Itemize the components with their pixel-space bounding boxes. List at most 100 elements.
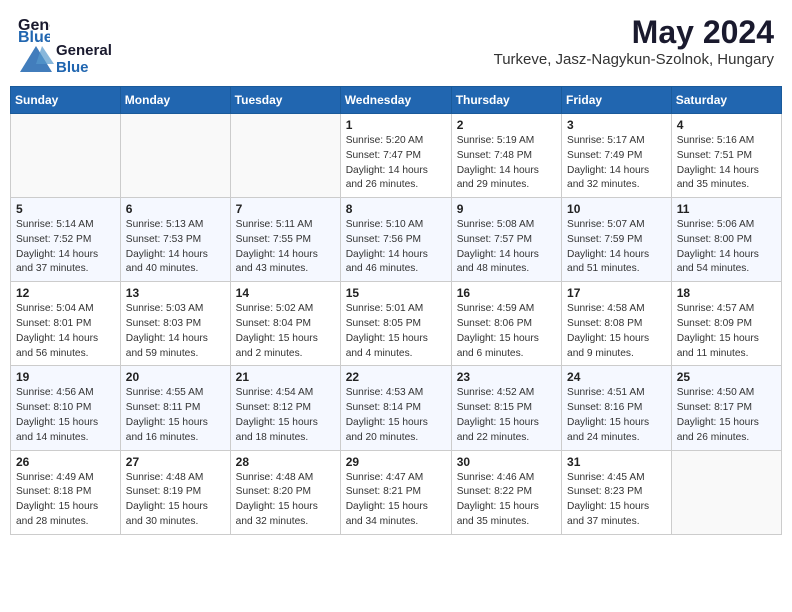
calendar-cell: 3Sunrise: 5:17 AMSunset: 7:49 PMDaylight… — [562, 114, 672, 198]
calendar-cell: 29 Sunrise: 4:47 AMSunset: 8:21 PMDayligh… — [340, 450, 451, 534]
day-info: Sunrise: 5:19 AMSunset: 7:48 PMDaylight:… — [457, 134, 556, 193]
calendar-cell: 11 Sunrise: 5:06 AMSunset: 8:00 PMDayligh… — [671, 198, 781, 282]
logo-graphic — [18, 44, 54, 74]
day-number: 2 — [457, 118, 556, 132]
day-info: Sunrise: 4:51 AMSunset: 8:16 PMDaylight:… — [567, 386, 666, 445]
calendar-week-row: 26Sunrise: 4:49 AMSunset: 8:18 PMDayligh… — [11, 450, 782, 534]
day-number: 13 — [126, 286, 225, 300]
calendar-cell — [11, 114, 121, 198]
day-info: Sunrise: 5:20 AMSunset: 7:47 PMDaylight:… — [346, 134, 446, 193]
day-number: 4 — [677, 118, 776, 132]
day-number: 24 — [567, 370, 666, 384]
calendar-cell: 17 Sunrise: 4:58 AMSunset: 8:08 PMDayligh… — [562, 282, 672, 366]
day-number: 31 — [567, 455, 666, 469]
day-info: Sunrise: 4:47 AMSunset: 8:21 PMDaylight:… — [346, 471, 446, 530]
day-number: 11 — [677, 202, 776, 216]
day-number: 23 — [457, 370, 556, 384]
col-header-thursday: Thursday — [451, 87, 561, 114]
day-info: Sunrise: 4:50 AMSunset: 8:17 PMDaylight:… — [677, 386, 776, 445]
logo-icon: General Blue — [18, 14, 50, 42]
calendar-cell: 7 Sunrise: 5:11 AMSunset: 7:55 PMDaylight… — [230, 198, 340, 282]
calendar-cell: 21 Sunrise: 4:54 AMSunset: 8:12 PMDayligh… — [230, 366, 340, 450]
day-number: 8 — [346, 202, 446, 216]
calendar-cell: 16 Sunrise: 4:59 AMSunset: 8:06 PMDayligh… — [451, 282, 561, 366]
day-number: 29 — [346, 455, 446, 469]
day-number: 25 — [677, 370, 776, 384]
calendar-cell: 24 Sunrise: 4:51 AMSunset: 8:16 PMDayligh… — [562, 366, 672, 450]
calendar-cell: 1 Sunrise: 5:20 AMSunset: 7:47 PMDaylight… — [340, 114, 451, 198]
col-header-saturday: Saturday — [671, 87, 781, 114]
calendar-cell: 19Sunrise: 4:56 AMSunset: 8:10 PMDayligh… — [11, 366, 121, 450]
day-number: 22 — [346, 370, 446, 384]
day-number: 20 — [126, 370, 225, 384]
day-info: Sunrise: 4:53 AMSunset: 8:14 PMDaylight:… — [346, 386, 446, 445]
calendar-cell: 31 Sunrise: 4:45 AMSunset: 8:23 PMDayligh… — [562, 450, 672, 534]
page-header: General Blue General Blue May 2024 Turke… — [10, 10, 782, 80]
day-info: Sunrise: 5:17 AMSunset: 7:49 PMDaylight:… — [567, 134, 666, 193]
calendar-cell: 15 Sunrise: 5:01 AMSunset: 8:05 PMDayligh… — [340, 282, 451, 366]
day-info: Sunrise: 4:57 AMSunset: 8:09 PMDaylight:… — [677, 302, 776, 361]
calendar-cell — [671, 450, 781, 534]
calendar-cell: 26Sunrise: 4:49 AMSunset: 8:18 PMDayligh… — [11, 450, 121, 534]
day-info: Sunrise: 5:16 AMSunset: 7:51 PMDaylight:… — [677, 134, 776, 193]
day-info: Sunrise: 5:01 AMSunset: 8:05 PMDaylight:… — [346, 302, 446, 361]
calendar-week-row: 19Sunrise: 4:56 AMSunset: 8:10 PMDayligh… — [11, 366, 782, 450]
calendar-cell: 22 Sunrise: 4:53 AMSunset: 8:14 PMDayligh… — [340, 366, 451, 450]
day-number: 16 — [457, 286, 556, 300]
calendar-cell — [120, 114, 230, 198]
calendar-week-row: 1 Sunrise: 5:20 AMSunset: 7:47 PMDaylight… — [11, 114, 782, 198]
day-info: Sunrise: 5:14 AMSunset: 7:52 PMDaylight:… — [16, 218, 115, 277]
day-number: 15 — [346, 286, 446, 300]
day-info: Sunrise: 4:58 AMSunset: 8:08 PMDaylight:… — [567, 302, 666, 361]
calendar-cell — [230, 114, 340, 198]
day-info: Sunrise: 5:07 AMSunset: 7:59 PMDaylight:… — [567, 218, 666, 277]
calendar-week-row: 5 Sunrise: 5:14 AMSunset: 7:52 PMDaylight… — [11, 198, 782, 282]
day-number: 14 — [236, 286, 335, 300]
day-info: Sunrise: 5:03 AMSunset: 8:03 PMDaylight:… — [126, 302, 225, 361]
calendar-cell: 28Sunrise: 4:48 AMSunset: 8:20 PMDayligh… — [230, 450, 340, 534]
day-number: 10 — [567, 202, 666, 216]
calendar-header-row: SundayMondayTuesdayWednesdayThursdayFrid… — [11, 87, 782, 114]
calendar-cell: 6Sunrise: 5:13 AMSunset: 7:53 PMDaylight… — [120, 198, 230, 282]
title-block: May 2024 Turkeve, Jasz-Nagykun-Szolnok, … — [494, 14, 774, 68]
day-info: Sunrise: 4:46 AMSunset: 8:22 PMDaylight:… — [457, 471, 556, 530]
day-info: Sunrise: 5:08 AMSunset: 7:57 PMDaylight:… — [457, 218, 556, 277]
calendar-week-row: 12Sunrise: 5:04 AMSunset: 8:01 PMDayligh… — [11, 282, 782, 366]
day-info: Sunrise: 4:52 AMSunset: 8:15 PMDaylight:… — [457, 386, 556, 445]
day-number: 28 — [236, 455, 335, 469]
day-number: 1 — [346, 118, 446, 132]
location-subtitle: Turkeve, Jasz-Nagykun-Szolnok, Hungary — [494, 51, 774, 68]
day-number: 27 — [126, 455, 225, 469]
col-header-friday: Friday — [562, 87, 672, 114]
day-number: 21 — [236, 370, 335, 384]
day-number: 7 — [236, 202, 335, 216]
day-number: 5 — [16, 202, 115, 216]
day-number: 26 — [16, 455, 115, 469]
day-info: Sunrise: 4:48 AMSunset: 8:19 PMDaylight:… — [126, 471, 225, 530]
calendar-cell: 18Sunrise: 4:57 AMSunset: 8:09 PMDayligh… — [671, 282, 781, 366]
calendar-cell: 12Sunrise: 5:04 AMSunset: 8:01 PMDayligh… — [11, 282, 121, 366]
day-info: Sunrise: 4:54 AMSunset: 8:12 PMDaylight:… — [236, 386, 335, 445]
svg-text:Blue: Blue — [18, 29, 50, 42]
day-number: 19 — [16, 370, 115, 384]
calendar-cell: 8 Sunrise: 5:10 AMSunset: 7:56 PMDaylight… — [340, 198, 451, 282]
day-number: 9 — [457, 202, 556, 216]
col-header-wednesday: Wednesday — [340, 87, 451, 114]
calendar-cell: 20 Sunrise: 4:55 AMSunset: 8:11 PMDayligh… — [120, 366, 230, 450]
col-header-sunday: Sunday — [11, 87, 121, 114]
logo-general: General — [56, 42, 112, 59]
calendar-table: SundayMondayTuesdayWednesdayThursdayFrid… — [10, 86, 782, 535]
calendar-cell: 30Sunrise: 4:46 AMSunset: 8:22 PMDayligh… — [451, 450, 561, 534]
day-info: Sunrise: 4:45 AMSunset: 8:23 PMDaylight:… — [567, 471, 666, 530]
calendar-cell: 4 Sunrise: 5:16 AMSunset: 7:51 PMDaylight… — [671, 114, 781, 198]
day-info: Sunrise: 5:10 AMSunset: 7:56 PMDaylight:… — [346, 218, 446, 277]
day-info: Sunrise: 4:55 AMSunset: 8:11 PMDaylight:… — [126, 386, 225, 445]
calendar-cell: 9 Sunrise: 5:08 AMSunset: 7:57 PMDaylight… — [451, 198, 561, 282]
col-header-tuesday: Tuesday — [230, 87, 340, 114]
day-info: Sunrise: 5:13 AMSunset: 7:53 PMDaylight:… — [126, 218, 225, 277]
calendar-cell: 2 Sunrise: 5:19 AMSunset: 7:48 PMDaylight… — [451, 114, 561, 198]
day-info: Sunrise: 5:11 AMSunset: 7:55 PMDaylight:… — [236, 218, 335, 277]
day-info: Sunrise: 4:59 AMSunset: 8:06 PMDaylight:… — [457, 302, 556, 361]
day-info: Sunrise: 5:06 AMSunset: 8:00 PMDaylight:… — [677, 218, 776, 277]
day-number: 17 — [567, 286, 666, 300]
